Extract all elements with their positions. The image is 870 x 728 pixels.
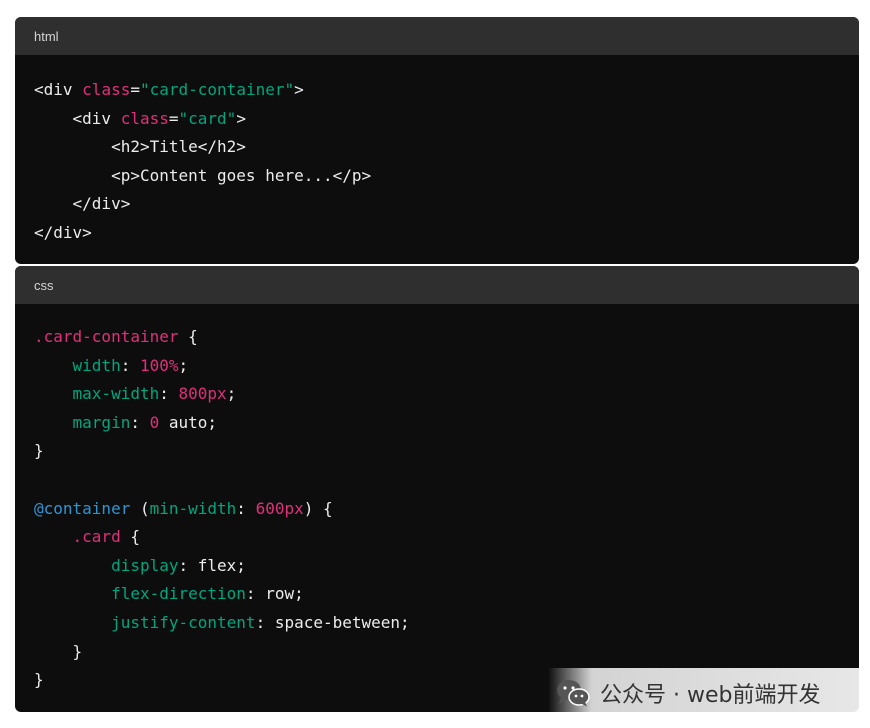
code-line: } xyxy=(34,670,44,689)
code-token: 0 xyxy=(149,412,160,432)
code-token: : xyxy=(120,355,140,375)
code-token: 600px xyxy=(255,498,304,518)
code-line: display: flex; xyxy=(34,556,246,575)
code-token: ( xyxy=(130,498,150,518)
watermark: 公众号 · web前端开发 xyxy=(548,668,860,718)
code-token: } xyxy=(34,641,83,661)
code-token: flex-direction xyxy=(111,584,246,604)
language-label: html xyxy=(34,28,59,44)
code-token: display xyxy=(111,555,179,575)
code-token: : xyxy=(159,384,179,404)
code-token: margin xyxy=(72,412,131,432)
code-token: width xyxy=(72,355,121,375)
code-token: min-width xyxy=(149,498,237,518)
language-label: css xyxy=(34,277,54,293)
code-token: ; xyxy=(226,384,237,404)
code-token: : row; xyxy=(245,584,304,604)
wechat-icon xyxy=(557,680,590,707)
code-line: .card { xyxy=(34,527,140,546)
code-line: <h2>Title</h2> xyxy=(34,137,246,156)
code-line: width: 100%; xyxy=(34,355,189,375)
code-line: flex-direction: row; xyxy=(34,584,304,603)
code-line: <div class="card-container"> xyxy=(34,80,304,99)
code-line: margin: 0 auto; xyxy=(34,412,218,432)
code-token: } xyxy=(34,670,44,690)
code-token: class xyxy=(82,80,131,99)
code-token: max-width xyxy=(72,384,160,404)
code-token: @container xyxy=(34,498,131,518)
code-line: </div> xyxy=(34,223,92,242)
code-line: } xyxy=(34,441,44,460)
code-token: .card-container xyxy=(34,327,179,346)
code-line: max-width: 800px; xyxy=(34,384,237,404)
code-token: 800px xyxy=(178,384,227,404)
code-token: > xyxy=(294,80,304,99)
code-token: { xyxy=(120,527,140,547)
code-line: <p>Content goes here...</p> xyxy=(34,166,371,185)
code-token: "card" xyxy=(178,108,237,128)
code-token: > xyxy=(236,108,246,128)
code-block-header: css xyxy=(15,266,859,304)
code-token: : xyxy=(130,412,150,432)
code-content: .card-container { width: 100%; max-width… xyxy=(15,304,859,695)
code-token: ; xyxy=(178,355,189,375)
code-token: <h2>Title</h2> xyxy=(34,137,246,157)
code-token: <div xyxy=(34,108,121,128)
code-token: "card-container" xyxy=(139,80,295,99)
code-token: : space-between; xyxy=(255,612,410,632)
code-token: 100% xyxy=(139,355,179,375)
code-token: <p>Content goes here...</p> xyxy=(34,165,372,185)
code-token: = xyxy=(130,80,140,99)
code-token: auto; xyxy=(159,412,218,432)
code-token: </div> xyxy=(34,194,131,214)
code-token: { xyxy=(178,327,198,346)
code-token: } xyxy=(34,441,44,461)
code-token: ) { xyxy=(303,498,333,518)
code-line: .card-container { xyxy=(34,327,198,346)
code-line: @container (min-width: 600px) { xyxy=(34,499,333,518)
code-line: </div> xyxy=(34,194,131,214)
code-token: : xyxy=(236,498,256,518)
code-content: <div class="card-container"> <div class=… xyxy=(15,55,859,248)
css-code-block: css .card-container { width: 100%; max-w… xyxy=(15,266,859,712)
code-token: justify-content xyxy=(111,612,256,632)
code-token: <div xyxy=(34,80,83,99)
code-line: <div class="card"> xyxy=(34,109,246,128)
code-token: : flex; xyxy=(178,555,246,575)
code-block-header: html xyxy=(15,17,859,55)
code-line: justify-content: space-between; xyxy=(34,613,410,632)
code-token: = xyxy=(168,108,179,128)
code-token: class xyxy=(120,108,169,128)
html-code-block: html <div class="card-container"> <div c… xyxy=(15,17,859,264)
code-line: } xyxy=(34,641,83,661)
code-token: </div> xyxy=(34,222,92,242)
code-token: .card xyxy=(72,527,121,547)
watermark-text: 公众号 · web前端开发 xyxy=(600,683,821,708)
